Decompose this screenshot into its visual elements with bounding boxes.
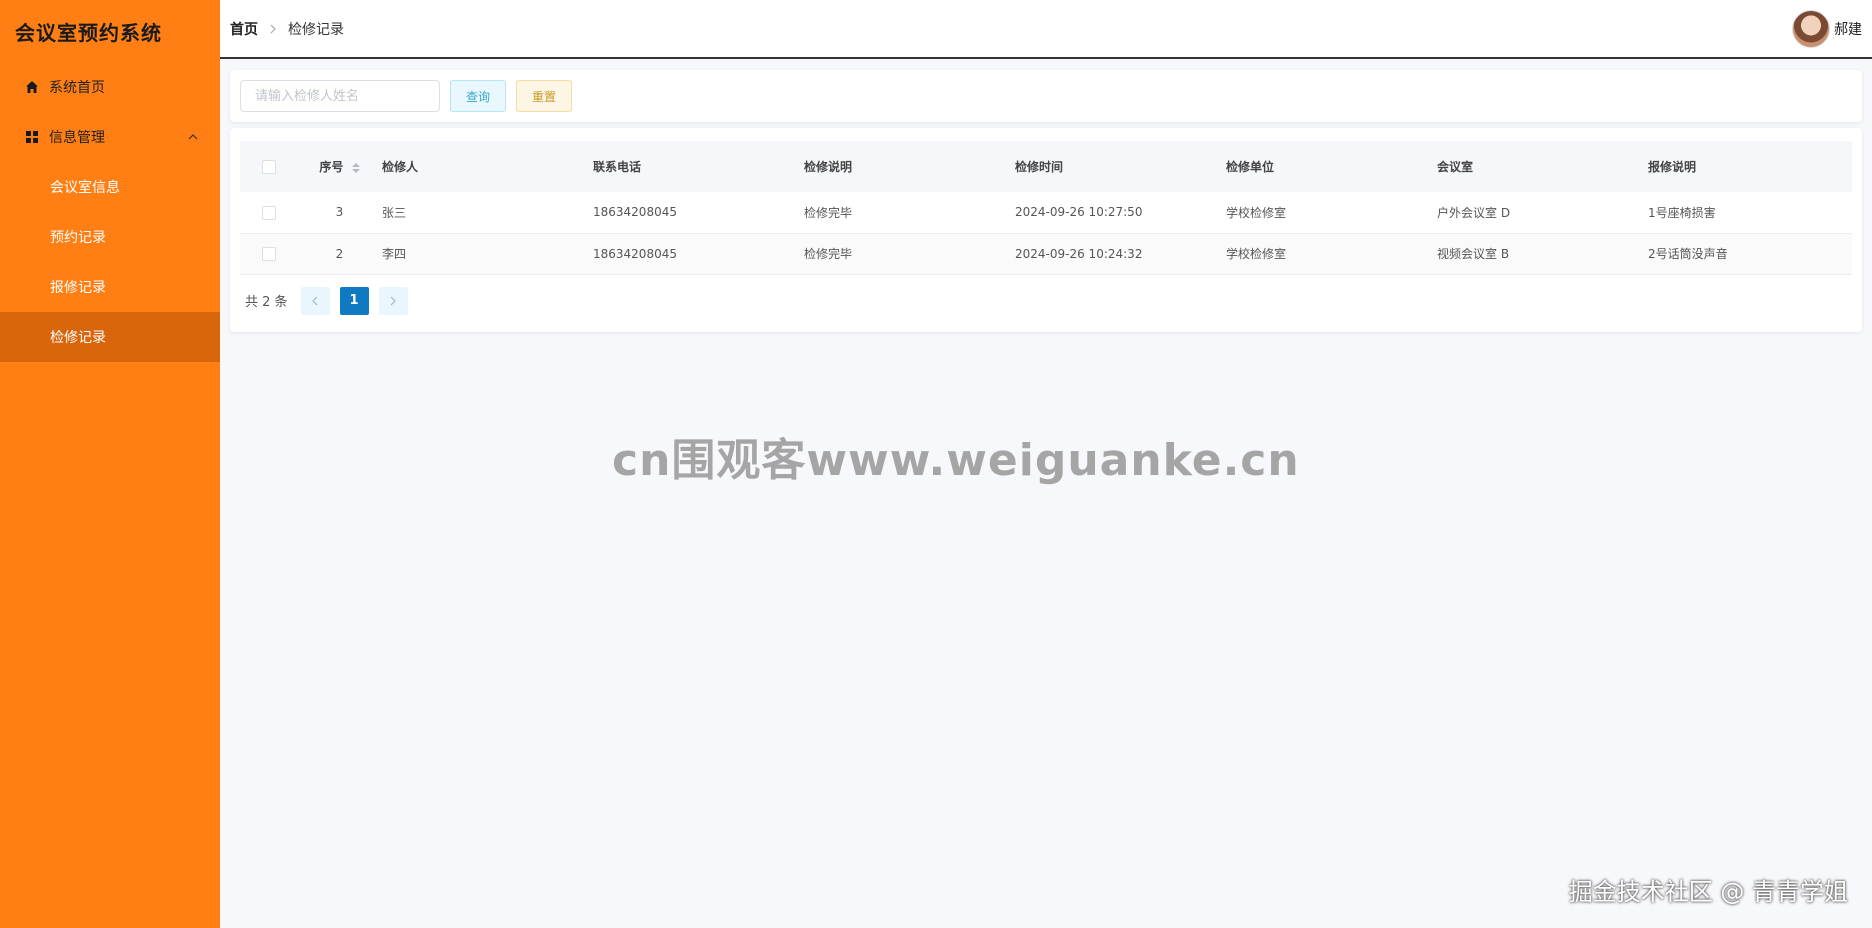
table-row[interactable]: 2 李四 18634208045 检修完毕 2024-09-26 10:24:3… — [240, 233, 1852, 274]
table-panel: 序号 检修人 联系电话 检修说明 检修时间 检修单位 会议室 报修说明 3 张三… — [230, 128, 1862, 332]
row-select-cell — [240, 233, 297, 274]
sidebar-item-label: 预约记录 — [50, 230, 106, 246]
pagination-total: 共 2 条 — [245, 295, 288, 310]
cell-phone: 18634208045 — [593, 205, 677, 220]
sidebar: 会议室预约系统 系统首页 信息管理 会议室信息 预约记录 报修记录 检修记录 — [0, 0, 220, 928]
select-all-checkbox[interactable] — [261, 159, 276, 174]
chevron-left-icon — [312, 296, 318, 305]
cell-time: 2024-09-26 10:27:50 — [1015, 205, 1143, 220]
username[interactable]: 郝建 — [1834, 19, 1862, 39]
cell-note: 检修完毕 — [804, 205, 853, 220]
cell-report: 2号话筒没声音 — [1648, 247, 1728, 261]
column-header-label: 序号 — [319, 160, 344, 174]
sidebar-item-label: 系统首页 — [49, 80, 105, 96]
home-icon — [24, 79, 40, 95]
row-checkbox[interactable] — [261, 205, 276, 220]
column-header-room: 会议室 — [1437, 160, 1474, 174]
cell-note: 检修完毕 — [804, 247, 853, 261]
cell-report: 1号座椅损害 — [1648, 205, 1716, 220]
pagination: 共 2 条 1 — [240, 286, 1852, 315]
sidebar-item-repair-report-records[interactable]: 报修记录 — [0, 262, 220, 312]
cell-repairer: 李四 — [382, 247, 407, 261]
grid-icon — [24, 129, 40, 145]
breadcrumb: 首页 检修记录 — [230, 19, 344, 39]
column-header-unit: 检修单位 — [1226, 160, 1275, 174]
table-header-row: 序号 检修人 联系电话 检修说明 检修时间 检修单位 会议室 报修说明 — [240, 141, 1852, 192]
row-select-cell — [240, 192, 297, 233]
sort-icon[interactable] — [351, 162, 360, 173]
column-header-report: 报修说明 — [1648, 160, 1697, 174]
sidebar-item-reservation-records[interactable]: 预约记录 — [0, 212, 220, 262]
next-page-button[interactable] — [378, 286, 408, 315]
select-all-cell — [240, 141, 297, 192]
avatar[interactable] — [1792, 10, 1830, 48]
cell-room: 视频会议室 B — [1437, 247, 1510, 261]
breadcrumb-home[interactable]: 首页 — [230, 19, 258, 39]
column-header-time: 检修时间 — [1015, 160, 1064, 174]
center-watermark: cn围观客www.weiguanke.cn — [612, 435, 1300, 486]
cell-phone: 18634208045 — [593, 246, 677, 261]
sidebar-item-label: 检修记录 — [50, 330, 106, 346]
sidebar-item-label: 会议室信息 — [50, 180, 120, 196]
sidebar-item-label: 信息管理 — [49, 130, 105, 146]
breadcrumb-current: 检修记录 — [288, 21, 344, 38]
cell-seq: 2 — [335, 246, 344, 261]
user-menu[interactable]: 郝建 — [1792, 10, 1862, 48]
sidebar-item-info-management[interactable]: 信息管理 — [0, 112, 220, 162]
cell-room: 户外会议室 D — [1437, 205, 1511, 220]
chevron-right-icon — [390, 296, 396, 305]
chevron-right-icon — [270, 24, 276, 34]
search-panel: 查询 重置 — [230, 70, 1862, 122]
cell-unit: 学校检修室 — [1226, 247, 1287, 261]
cell-seq: 3 — [335, 205, 344, 220]
cell-time: 2024-09-26 10:24:32 — [1015, 246, 1143, 261]
row-checkbox[interactable] — [261, 246, 276, 261]
query-button[interactable]: 查询 — [450, 80, 507, 112]
sidebar-item-meeting-room-info[interactable]: 会议室信息 — [0, 162, 220, 212]
submenu-info-management: 会议室信息 预约记录 报修记录 检修记录 — [0, 162, 220, 362]
app-title: 会议室预约系统 — [15, 20, 162, 45]
column-header-note: 检修说明 — [804, 160, 853, 174]
top-header: 首页 检修记录 郝建 — [220, 0, 1872, 59]
prev-page-button[interactable] — [300, 286, 330, 315]
sidebar-item-maintenance-records[interactable]: 检修记录 — [0, 312, 220, 362]
sidebar-item-label: 报修记录 — [50, 280, 106, 296]
sidebar-item-home[interactable]: 系统首页 — [0, 62, 220, 112]
column-header-repairer: 检修人 — [382, 160, 419, 174]
page-number-button[interactable]: 1 — [339, 286, 369, 315]
bottom-watermark: 掘金技术社区 @ 青青学姐 — [1568, 878, 1848, 906]
reset-button[interactable]: 重置 — [516, 80, 573, 112]
column-header-seq[interactable]: 序号 — [297, 141, 382, 192]
table-row[interactable]: 3 张三 18634208045 检修完毕 2024-09-26 10:27:5… — [240, 192, 1852, 233]
cell-unit: 学校检修室 — [1226, 205, 1287, 220]
cell-repairer: 张三 — [382, 205, 407, 220]
column-header-phone: 联系电话 — [593, 160, 642, 174]
chevron-up-icon — [188, 134, 198, 140]
search-input[interactable] — [240, 80, 440, 112]
maintenance-table: 序号 检修人 联系电话 检修说明 检修时间 检修单位 会议室 报修说明 3 张三… — [240, 141, 1852, 275]
